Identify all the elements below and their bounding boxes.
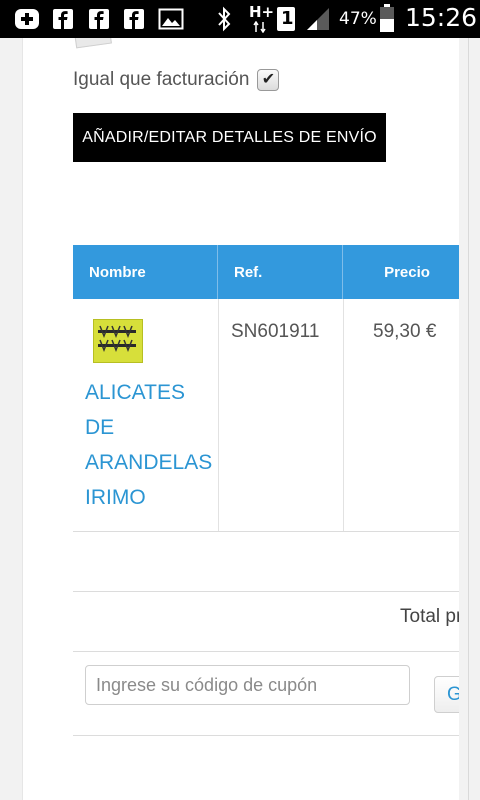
clock: 15:26 xyxy=(405,3,478,32)
column-header-name: Nombre xyxy=(73,245,218,299)
apply-coupon-button[interactable]: Gua xyxy=(434,676,459,713)
product-name-link[interactable]: ALICATES DE ARANDELAS IRIMO xyxy=(85,375,215,515)
edit-shipping-details-button[interactable]: AÑADIR/EDITAR DETALLES DE ENVÍO xyxy=(73,113,386,162)
column-divider xyxy=(343,299,344,531)
bluetooth-icon xyxy=(216,6,232,37)
row-divider xyxy=(73,735,459,736)
row-divider xyxy=(73,531,459,532)
column-header-ref: Ref. xyxy=(219,245,343,299)
data-arrows-icon xyxy=(253,20,267,38)
same-as-billing-checkbox[interactable]: ✔ xyxy=(257,69,280,91)
page-gutter xyxy=(458,38,480,800)
facebook-icon xyxy=(89,9,109,34)
product-thumbnail[interactable] xyxy=(93,319,143,363)
row-divider xyxy=(73,651,459,652)
product-ref: SN601911 xyxy=(231,321,320,342)
facebook-icon xyxy=(124,9,144,34)
sim-slot-label: 1 xyxy=(281,8,294,29)
product-price: 59,30 € xyxy=(373,321,437,342)
coupon-code-input[interactable] xyxy=(85,665,410,705)
checkmark-icon: ✔ xyxy=(261,71,276,88)
checkout-page: Igual que facturación ✔ AÑADIR/EDITAR DE… xyxy=(22,38,459,800)
column-divider xyxy=(218,299,219,531)
battery-percent: 47% xyxy=(339,9,377,29)
network-type: H+ xyxy=(249,3,275,21)
gallery-icon xyxy=(158,8,184,35)
add-icon xyxy=(14,8,40,35)
total-label: Total pre xyxy=(400,606,459,627)
status-bar: H+ 1 47% 15:26 xyxy=(0,0,480,38)
battery-icon xyxy=(380,4,394,37)
same-as-billing-row: Igual que facturación ✔ xyxy=(73,66,280,94)
same-as-billing-label: Igual que facturación xyxy=(73,69,250,90)
column-header-price: Precio xyxy=(344,245,459,299)
facebook-icon xyxy=(53,9,73,34)
row-divider xyxy=(73,591,459,592)
table-header: Nombre Ref. Precio xyxy=(73,245,459,299)
signal-icon xyxy=(305,7,331,36)
cut-off-image xyxy=(74,38,112,49)
